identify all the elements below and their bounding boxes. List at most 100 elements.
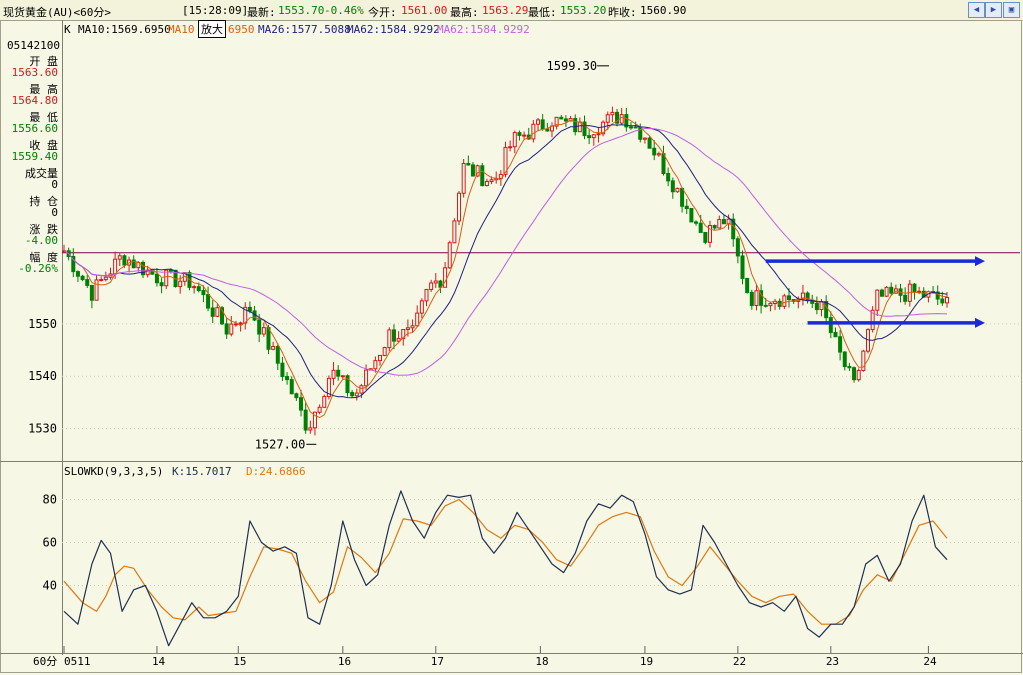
candle-body xyxy=(856,369,861,381)
candle-body xyxy=(122,255,127,266)
candle-body xyxy=(656,153,661,156)
candle-body xyxy=(480,165,485,187)
candle-body xyxy=(89,284,94,301)
candle-body xyxy=(628,126,633,129)
candle-body xyxy=(419,300,424,314)
candle-body xyxy=(415,312,420,327)
candle-body xyxy=(103,276,108,281)
candle-body xyxy=(587,135,592,139)
candle-body xyxy=(605,114,610,123)
kd-k-value: K:15.7017 xyxy=(172,465,232,478)
low-annotation-label: 1527.00 xyxy=(255,437,306,451)
candle-body xyxy=(229,323,234,335)
candle-body xyxy=(210,307,215,317)
candle-body xyxy=(522,134,527,137)
candle-body xyxy=(745,277,750,293)
high-value: 1564.80 xyxy=(11,94,58,107)
candle-body xyxy=(684,205,689,209)
candle-body xyxy=(879,289,884,297)
candle-body xyxy=(201,290,206,296)
candle-body xyxy=(875,289,880,311)
candle-body xyxy=(740,255,745,279)
candle-body xyxy=(94,279,99,301)
candle-body xyxy=(443,267,448,288)
bar-date: 05142100 xyxy=(7,39,60,52)
candle-body xyxy=(559,116,564,120)
x-tick-label: 15 xyxy=(233,655,246,668)
candle-body xyxy=(354,392,359,397)
candle-body xyxy=(159,282,164,287)
candle-body xyxy=(517,132,522,136)
candle-body xyxy=(889,286,894,294)
candle-body xyxy=(113,258,118,275)
candle-body xyxy=(824,301,829,319)
candle-body xyxy=(661,153,666,175)
candle-body xyxy=(466,162,471,166)
candle-body xyxy=(610,111,615,116)
candle-body xyxy=(322,396,327,408)
candle-body xyxy=(805,292,810,302)
candle-body xyxy=(196,286,201,292)
zoom-button[interactable]: 放大 xyxy=(198,20,226,38)
candle-body xyxy=(694,221,699,224)
candle-body xyxy=(847,366,852,369)
candle-body xyxy=(591,134,596,139)
candle-body xyxy=(461,162,466,194)
candle-body xyxy=(261,327,266,335)
candle-body xyxy=(828,317,833,333)
candle-body xyxy=(247,306,252,312)
candle-body xyxy=(257,319,262,335)
x-tick-label: 14 xyxy=(152,655,166,668)
candle-body xyxy=(563,118,568,122)
chart-canvas[interactable]: 1530 1540 1550 40 60 80 0511 14 15 16 17 18 19 22 23 24… xyxy=(0,0,1023,675)
candle-body xyxy=(670,180,675,193)
candle-body xyxy=(749,291,754,306)
trend-arrow-head xyxy=(975,256,985,267)
candle-body xyxy=(768,302,773,307)
candle-body xyxy=(299,397,304,411)
trend-arrow-head xyxy=(975,317,985,328)
candle-body xyxy=(308,427,313,431)
candle-body xyxy=(573,118,578,133)
candle-body xyxy=(508,146,513,149)
candle-body xyxy=(945,297,949,304)
candle-body xyxy=(652,147,657,156)
candle-body xyxy=(912,283,917,293)
candle-body xyxy=(917,290,922,293)
candle-body xyxy=(285,376,290,381)
candle-body xyxy=(331,369,336,379)
legend-k: K xyxy=(64,23,71,36)
low-value: 1556.60 xyxy=(11,122,58,135)
candle-body xyxy=(457,192,462,222)
candle-body xyxy=(782,295,787,307)
candle-body xyxy=(642,137,647,140)
kd-tick-label: 80 xyxy=(43,493,57,507)
candle-body xyxy=(452,220,457,244)
candle-body xyxy=(117,255,122,260)
candle-body xyxy=(294,393,299,399)
candle-body xyxy=(712,225,717,229)
candle-body xyxy=(410,325,415,329)
x-tick-label: 16 xyxy=(338,655,351,668)
candle-body xyxy=(387,329,392,349)
kd-d-value: D:24.6866 xyxy=(246,465,306,478)
candle-body xyxy=(215,307,220,317)
candle-body xyxy=(80,275,85,281)
candle-body xyxy=(429,282,434,290)
candle-body xyxy=(703,231,708,243)
candle-body xyxy=(842,351,847,368)
candle-body xyxy=(359,385,364,394)
legend-ma10-orange-suffix: 6950 xyxy=(228,23,255,36)
candle-body xyxy=(536,119,541,125)
price-tick-label: 1530 xyxy=(28,422,57,436)
candle-body xyxy=(350,392,355,397)
candle-body xyxy=(833,331,838,338)
candle-body xyxy=(280,362,285,378)
candle-body xyxy=(447,242,452,269)
candle-body xyxy=(303,409,308,431)
change-value: -4.00 xyxy=(24,234,58,247)
candle-body xyxy=(192,286,197,289)
candle-body xyxy=(85,279,90,286)
position-value: 0 xyxy=(51,206,58,219)
x-tick-label: 24 xyxy=(923,655,937,668)
